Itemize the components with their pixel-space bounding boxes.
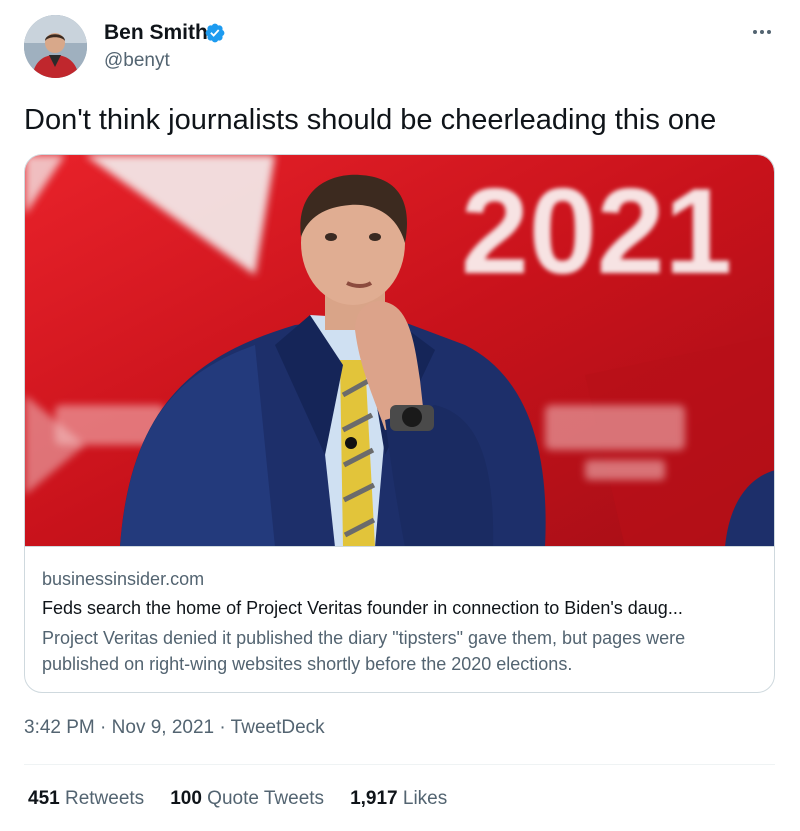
author-name[interactable]: Ben Smith [104,20,208,46]
author-handle[interactable]: @benyt [104,49,170,73]
quote-tweets-label: Quote Tweets [207,788,325,809]
card-image[interactable]: 2021 [25,155,774,547]
card-photo: 2021 [25,155,774,546]
retweets-count: 451 [28,788,60,809]
card-domain: businessinsider.com [42,569,205,589]
likes-label: Likes [402,788,448,809]
quote-tweets-count: 100 [170,788,202,809]
link-card[interactable]: 2021 businessinsider.com Feds search the… [24,154,775,693]
tweet-source[interactable]: TweetDeck [231,717,325,738]
tweet-time[interactable]: 3:42 PM [24,717,95,738]
engagement-stats: 451 Retweets 100 Quote Tweets 1,917 Like… [28,786,447,812]
verified-badge-icon [205,23,225,43]
tweet-text: Don't think journalists should be cheerl… [24,104,717,136]
likes-stat[interactable]: 1,917 Likes [350,786,447,812]
card-title: Feds search the home of Project Veritas … [42,598,683,618]
quote-tweets-stat[interactable]: 100 Quote Tweets [170,786,324,812]
meta-separator: · [214,717,231,738]
avatar-photo-icon [24,15,87,78]
meta-separator: · [94,717,112,738]
more-options-icon[interactable] [746,20,778,44]
card-description: Project Veritas denied it published the … [42,628,686,674]
retweets-stat[interactable]: 451 Retweets [28,786,144,812]
likes-count: 1,917 [350,788,398,809]
card-image-text: 2021 [461,163,732,299]
retweets-label: Retweets [64,788,145,809]
tweet-meta: 3:42 PM · Nov 9, 2021 · TweetDeck [24,716,325,740]
tweet: Ben Smith @benyt Don't think journalists… [0,0,800,831]
tweet-date[interactable]: Nov 9, 2021 [112,717,214,738]
divider [24,764,775,765]
author-avatar[interactable] [24,15,87,78]
